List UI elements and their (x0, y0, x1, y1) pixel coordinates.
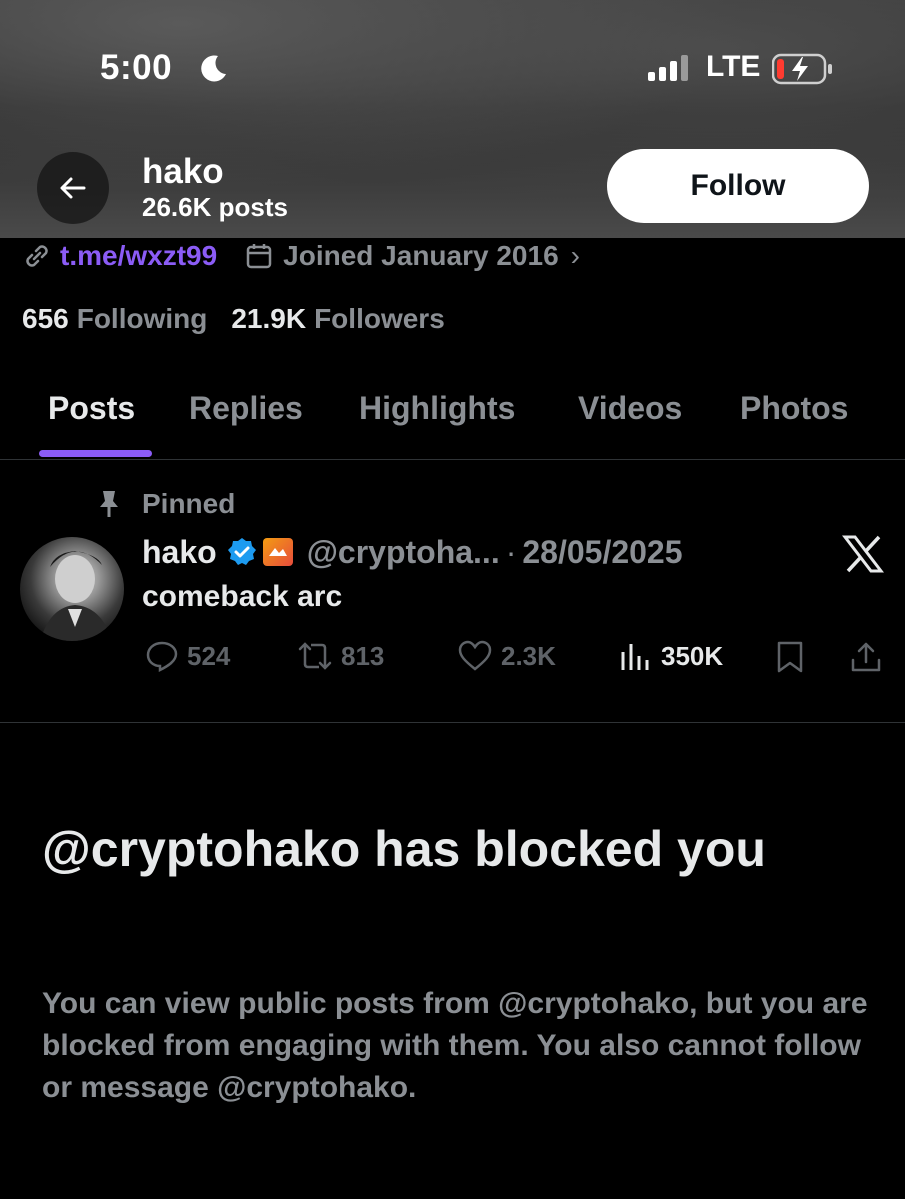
status-time: 5:00 (100, 48, 173, 87)
blocked-description: You can view public posts from @cryptoha… (42, 987, 868, 1104)
section-divider (0, 722, 905, 723)
post-author[interactable]: hako (142, 534, 217, 571)
like-count: 2.3K (501, 640, 556, 671)
x-logo-icon (842, 535, 884, 573)
views-icon (621, 644, 649, 670)
avatar-photo (40, 551, 112, 641)
post-header: hako @cryptoha... · 28/05/2025 (142, 532, 683, 572)
back-arrow-icon (60, 177, 86, 199)
following-label[interactable]: Following (77, 303, 208, 335)
profile-tabs: Posts Replies Highlights Videos Photos (0, 380, 905, 460)
post-date[interactable]: 28/05/2025 (522, 534, 682, 571)
calendar-icon (246, 244, 272, 269)
battery-icon (772, 53, 832, 85)
chevron-right-icon[interactable]: › (571, 240, 580, 272)
pin-icon (100, 491, 118, 517)
post-handle[interactable]: @cryptoha... (307, 534, 500, 571)
joined-date[interactable]: Joined January 2016 (283, 240, 558, 272)
profile-meta: t.me/wxzt99 Joined January 2016 › (22, 238, 580, 274)
blocked-title: @cryptohako has blocked you (42, 821, 766, 877)
pinned-label: Pinned (142, 488, 236, 519)
link-icon (26, 245, 48, 267)
repost-button[interactable]: 813 (297, 640, 384, 672)
tab-videos[interactable]: Videos (578, 390, 682, 427)
reply-icon (146, 641, 178, 672)
tab-highlights[interactable]: Highlights (359, 390, 515, 427)
reply-count: 524 (187, 640, 231, 671)
post-actions: 524 813 2.3K 350K (145, 640, 885, 680)
avatar[interactable] (20, 537, 124, 641)
tab-photos[interactable]: Photos (740, 390, 848, 427)
reply-button[interactable]: 524 (145, 640, 230, 672)
repost-count: 813 (341, 640, 385, 671)
back-button[interactable] (37, 152, 109, 224)
affiliate-badge-icon (262, 538, 293, 566)
verified-badge-icon (227, 538, 256, 565)
follow-button[interactable]: Follow (607, 149, 869, 223)
moon-icon (201, 55, 226, 82)
post-text: comeback arc (142, 580, 343, 613)
views-count: 350K (661, 640, 724, 671)
views-button[interactable]: 350K (619, 640, 723, 672)
share-button[interactable] (849, 640, 883, 674)
heart-icon (458, 640, 492, 671)
bookmark-icon (777, 641, 803, 673)
handle-date-separator: · (505, 533, 517, 570)
header-posts-count: 26.6K posts (142, 192, 288, 222)
bookmark-button[interactable] (775, 640, 805, 674)
tab-replies[interactable]: Replies (189, 390, 303, 427)
repost-icon (298, 642, 332, 670)
followers-label[interactable]: Followers (314, 303, 445, 335)
tab-posts[interactable]: Posts (48, 390, 135, 427)
active-tab-indicator (39, 450, 152, 457)
signal-icon (648, 55, 688, 81)
follow-stats: 656 Following 21.9K Followers (22, 303, 445, 335)
header-name: hako (142, 152, 224, 191)
pinned-indicator: Pinned (96, 488, 235, 520)
like-button[interactable]: 2.3K (457, 640, 556, 672)
followers-count[interactable]: 21.9K (231, 303, 306, 335)
following-count[interactable]: 656 (22, 303, 69, 335)
network-label: LTE (706, 50, 761, 83)
profile-header: 5:00 LTE hako 26.6K posts Follow (0, 0, 905, 238)
share-icon (851, 642, 881, 672)
profile-link[interactable]: t.me/wxzt99 (60, 240, 217, 272)
